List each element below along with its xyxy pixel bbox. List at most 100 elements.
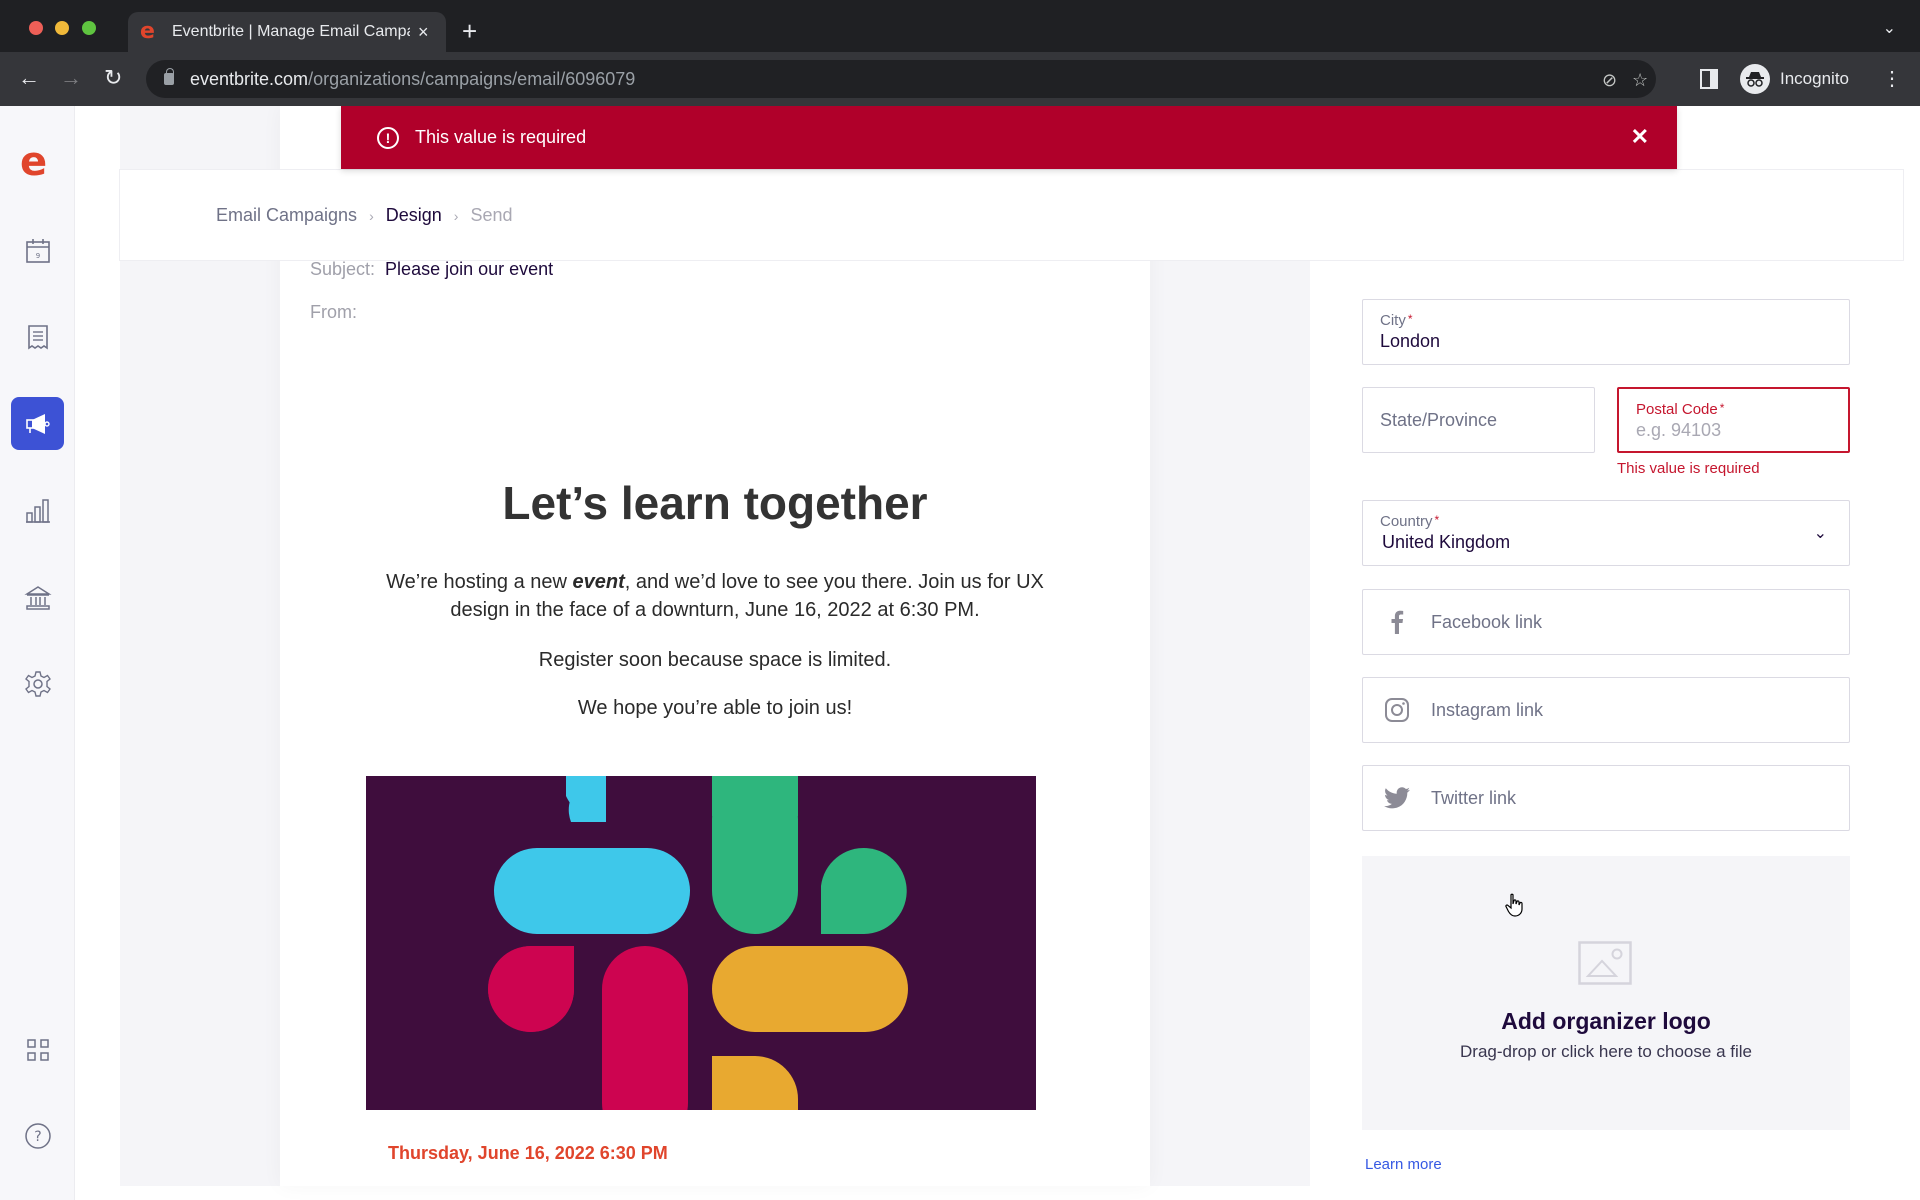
hand-cursor-icon — [1505, 893, 1523, 917]
country-value: United Kingdom — [1382, 532, 1511, 552]
bar-chart-icon — [25, 498, 50, 523]
window-minimize-button[interactable] — [55, 21, 69, 35]
breadcrumb-separator-icon: › — [369, 207, 374, 224]
sidebar: e 9 ? — [0, 106, 75, 1200]
address-bar[interactable]: eventbrite.com/organizations/campaigns/e… — [146, 60, 1656, 98]
logo-upload-title: Add organizer logo — [1501, 1008, 1711, 1034]
page-header: Email Campaigns › Design › Send — [119, 169, 1904, 261]
instagram-link-input[interactable]: Instagram link — [1362, 677, 1850, 743]
email-hope-line: We hope you’re able to join us! — [577, 697, 853, 719]
back-button[interactable]: ← — [18, 65, 40, 91]
intro-text: We’re hosting a new — [386, 571, 573, 593]
breadcrumb-email-campaigns[interactable]: Email Campaigns — [216, 205, 357, 226]
event-image — [366, 776, 1036, 1110]
state-province-label: State/Province — [1380, 410, 1498, 430]
event-date: Thursday, June 16, 2022 6:30 PM — [388, 1143, 668, 1163]
bank-icon — [23, 585, 52, 610]
toast-message: This value is required — [415, 127, 587, 147]
facebook-icon — [1383, 608, 1411, 636]
facebook-link-placeholder: Facebook link — [1431, 611, 1543, 632]
sidebar-item-apps[interactable] — [11, 1023, 64, 1076]
email-register-line: Register soon because space is limited. — [538, 649, 892, 671]
email-subject-row: Subject: Please join our event — [310, 259, 553, 280]
subject-label: Subject: — [310, 259, 376, 279]
instagram-icon — [1383, 696, 1411, 724]
twitter-link-input[interactable]: Twitter link — [1362, 765, 1850, 831]
learn-more-link[interactable]: Learn more — [1365, 1156, 1442, 1173]
country-label: Country * — [1380, 513, 1440, 530]
eventbrite-favicon-icon: e — [140, 19, 155, 44]
forward-button[interactable]: → — [60, 65, 82, 91]
sidebar-item-marketing[interactable] — [11, 397, 64, 450]
sidebar-item-reports[interactable] — [11, 484, 64, 537]
from-label: From: — [310, 302, 357, 322]
email-from-row: From: — [310, 302, 367, 323]
facebook-link-input[interactable]: Facebook link — [1362, 589, 1850, 655]
organizer-logo-dropzone[interactable]: Add organizer logo Drag-drop or click he… — [1362, 856, 1850, 1130]
city-label: City * — [1380, 312, 1413, 329]
incognito-icon — [1740, 64, 1770, 94]
toast-close-button[interactable]: ✕ — [1631, 124, 1649, 150]
chevron-down-icon: ⌄ — [1813, 525, 1827, 542]
tab-close-icon[interactable]: × — [418, 22, 429, 43]
breadcrumb-design[interactable]: Design — [386, 205, 442, 226]
url-path: /organizations/campaigns/email/6096079 — [308, 68, 636, 89]
window-maximize-button[interactable] — [82, 21, 96, 35]
tab-search-chevron-icon[interactable]: ⌄ — [1883, 18, 1896, 38]
postal-code-field[interactable]: Postal Code * e.g. 94103 — [1617, 387, 1850, 453]
sidebar-item-orders[interactable] — [11, 310, 64, 363]
error-toast: ! This value is required ✕ — [341, 106, 1677, 169]
megaphone-icon — [25, 413, 50, 434]
organizer-settings-panel: City * London State/Province Postal Code *… — [1310, 106, 1904, 1200]
postal-code-placeholder: e.g. 94103 — [1636, 420, 1722, 440]
new-tab-button[interactable]: + — [462, 16, 477, 47]
twitter-link-placeholder: Twitter link — [1431, 787, 1517, 808]
email-heading: Let’s learn together — [502, 477, 928, 529]
receipt-icon — [27, 324, 48, 349]
postal-code-error: This value is required — [1617, 460, 1760, 477]
help-icon: ? — [24, 1122, 51, 1149]
browser-tab-bar: e Eventbrite | Manage Email Campaigns × … — [0, 0, 1920, 52]
sidebar-item-settings[interactable] — [11, 657, 64, 710]
tab-title: Eventbrite | Manage Email Campaigns — [172, 23, 410, 40]
reload-button[interactable]: ↻ — [104, 65, 122, 91]
browser-menu-icon[interactable]: ⋮ — [1882, 66, 1902, 91]
lock-icon — [164, 68, 174, 85]
profile-label: Incognito — [1780, 69, 1849, 88]
twitter-icon — [1383, 784, 1411, 812]
city-value: London — [1380, 331, 1441, 351]
side-panel-icon[interactable] — [1700, 69, 1718, 89]
subject-value: Please join our event — [385, 259, 554, 279]
breadcrumb-send[interactable]: Send — [470, 205, 512, 226]
svg-text:?: ? — [34, 1129, 41, 1145]
bookmark-star-icon[interactable]: ☆ — [1632, 70, 1648, 91]
url-host: eventbrite.com — [190, 68, 309, 89]
grid-icon — [26, 1038, 49, 1061]
postal-code-label: Postal Code * — [1636, 401, 1725, 418]
calendar-icon: 9 — [25, 238, 50, 263]
logo-upload-subtitle: Drag-drop or click here to choose a file — [1460, 1042, 1752, 1061]
sidebar-item-events[interactable]: 9 — [11, 224, 64, 277]
state-province-field[interactable]: State/Province — [1362, 387, 1595, 453]
browser-tab[interactable]: e Eventbrite | Manage Email Campaigns × — [128, 12, 446, 52]
intro-emphasis: event — [572, 571, 625, 593]
sidebar-item-help[interactable]: ? — [11, 1109, 64, 1162]
svg-text:9: 9 — [35, 252, 39, 260]
email-intro-paragraph: We’re hosting a new event, and we’d love… — [360, 568, 1070, 624]
image-placeholder-icon — [1578, 941, 1632, 985]
alert-icon: ! — [377, 126, 399, 149]
event-image-graphic — [366, 776, 1036, 1110]
country-select[interactable]: Country * United Kingdom ⌄ — [1362, 500, 1850, 566]
gear-icon — [24, 670, 51, 697]
browser-toolbar: ← → ↻ eventbrite.com/organizations/campa… — [0, 52, 1920, 106]
eye-off-icon[interactable]: ⊘ — [1602, 70, 1617, 91]
eventbrite-logo[interactable]: e — [20, 142, 47, 182]
window-close-button[interactable] — [29, 21, 43, 35]
sidebar-item-finance[interactable] — [11, 571, 64, 624]
page: e 9 ? Subject: Please join our event Fro… — [0, 106, 1920, 1200]
breadcrumb: Email Campaigns › Design › Send — [216, 205, 512, 226]
instagram-link-placeholder: Instagram link — [1431, 699, 1544, 720]
breadcrumb-separator-icon: › — [453, 207, 459, 224]
incognito-profile-button[interactable]: Incognito — [1738, 60, 1857, 98]
city-field[interactable]: City * London — [1362, 299, 1850, 365]
